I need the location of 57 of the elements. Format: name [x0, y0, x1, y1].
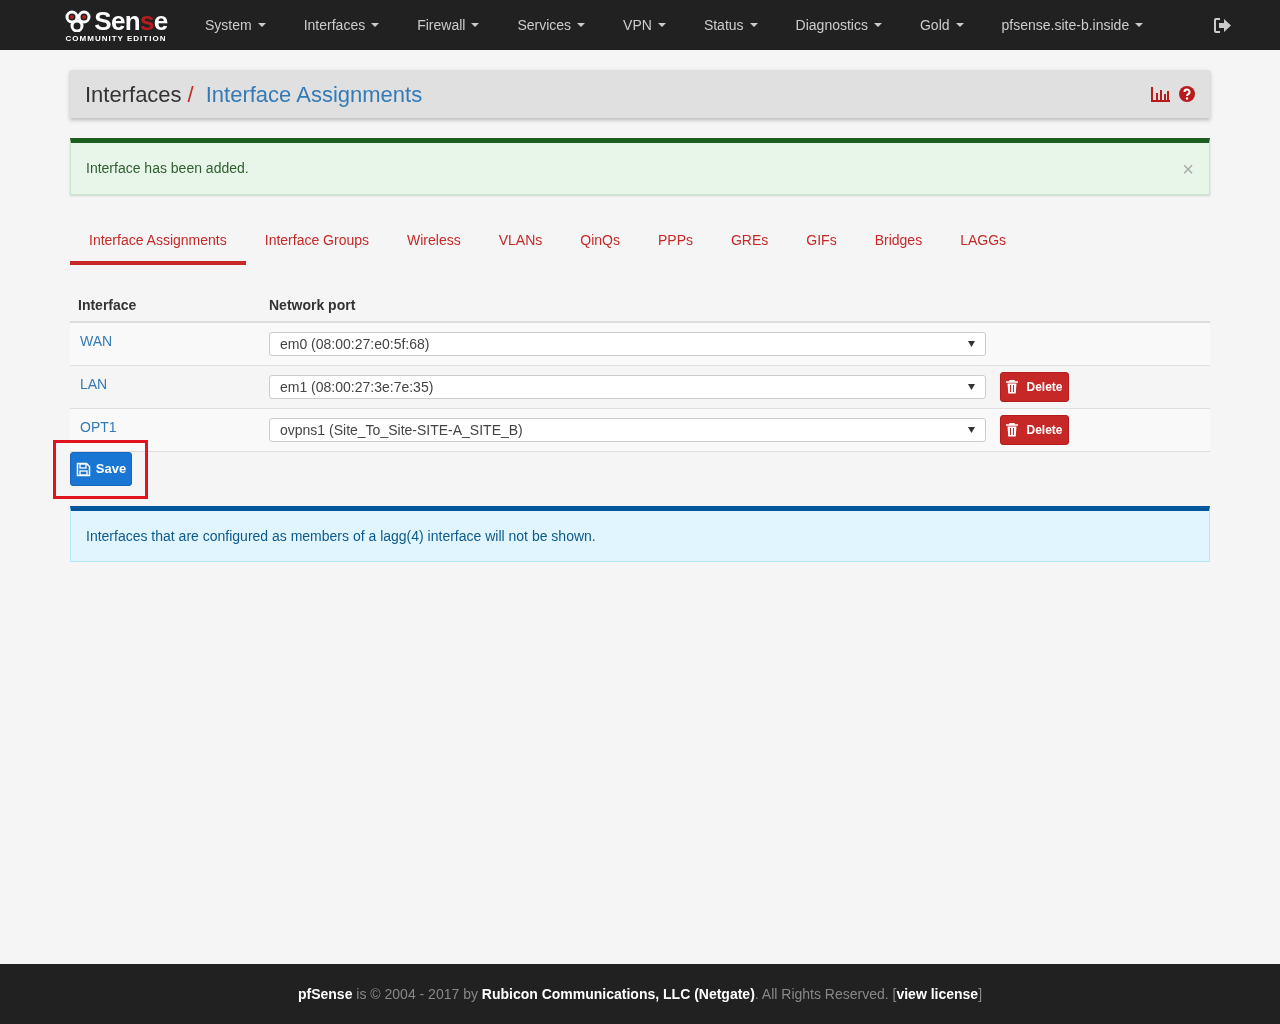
save-button[interactable]: Save	[70, 452, 132, 486]
alert-message: Interfaces that are configured as members of a lagg(4) interface will not be shown.	[86, 526, 596, 546]
interface-link[interactable]: LAN	[70, 366, 269, 395]
tab[interactable]: GREs	[712, 219, 788, 265]
caret-icon	[1135, 23, 1144, 27]
nav-menu[interactable]: Status	[684, 0, 777, 50]
nav-menu[interactable]: System	[186, 0, 285, 50]
interface-link[interactable]: OPT1	[70, 409, 269, 438]
alert-message: Interface has been added.	[86, 159, 250, 178]
nav-menu[interactable]: VPN	[604, 0, 685, 50]
logo-text: Sense	[94, 7, 168, 34]
column-header: Network port	[269, 295, 356, 315]
caret-icon	[257, 23, 266, 27]
caret-icon	[657, 23, 666, 27]
tab[interactable]: PPPs	[638, 219, 712, 265]
nav-menu[interactable]: Services	[498, 0, 605, 50]
caret-icon	[371, 23, 380, 27]
logout-icon[interactable]	[1214, 17, 1232, 33]
trash-icon	[1006, 423, 1019, 437]
dropdown-arrow-icon	[968, 341, 975, 347]
caret-icon	[749, 23, 758, 27]
caret-icon	[577, 23, 586, 27]
breadcrumb-separator: /	[187, 80, 194, 109]
nav-menu[interactable]: Diagnostics	[776, 0, 901, 50]
logo-subtitle: COMMUNITY EDITION	[65, 34, 167, 43]
dropdown-arrow-icon	[968, 427, 975, 433]
chart-icon[interactable]	[1151, 86, 1171, 102]
caret-icon	[471, 23, 480, 27]
nav-menu[interactable]: Interfaces	[284, 0, 399, 50]
delete-button[interactable]: Delete	[1000, 415, 1069, 445]
logo[interactable]: Sense COMMUNITY EDITION	[60, 3, 172, 47]
port-select[interactable]: ovpns1 (Site_To_Site-SITE-A_SITE_B)	[269, 418, 986, 442]
caret-icon	[955, 23, 964, 27]
copyright-text: pfSense is © 2004 - 2017 by Rubicon Communications, LLC (Netgate). All Rights Reserved. [	[297, 984, 897, 1004]
port-select[interactable]: em1 (08:00:27:3e:7e:35)	[269, 375, 986, 399]
caret-icon	[873, 23, 882, 27]
tab[interactable]: Bridges	[855, 219, 942, 265]
nav-menu[interactable]: pfsense.site-b.inside	[982, 0, 1163, 50]
help-icon[interactable]	[1179, 86, 1195, 102]
tab[interactable]: VLANs	[479, 219, 562, 265]
interface-link[interactable]: WAN	[70, 323, 269, 352]
tab[interactable]: QinQs	[561, 219, 639, 265]
port-select[interactable]: em0 (08:00:27:e0:5f:68)	[269, 332, 986, 356]
nav-menu[interactable]: Firewall	[398, 0, 499, 50]
tab[interactable]: Wireless	[388, 219, 480, 265]
tab[interactable]: GIFs	[787, 219, 856, 265]
dropdown-arrow-icon	[968, 384, 975, 390]
column-header: Interface	[77, 295, 138, 315]
tab[interactable]: Interface Groups	[245, 219, 389, 265]
breadcrumb-parent: Interfaces	[85, 80, 182, 109]
nav-menu[interactable]: Gold	[900, 0, 983, 50]
delete-button[interactable]: Delete	[1000, 372, 1069, 402]
trash-icon	[1006, 380, 1019, 394]
breadcrumb-current[interactable]: Interface Assignments	[205, 77, 423, 111]
bracket-text: ]	[978, 984, 983, 1004]
tab[interactable]: LAGGs	[941, 219, 1026, 265]
tab[interactable]: Interface Assignments	[70, 219, 246, 265]
